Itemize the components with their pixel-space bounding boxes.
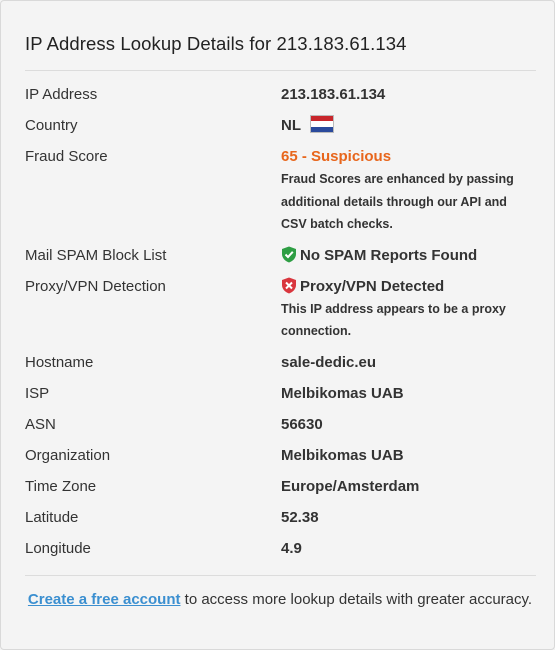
isp-label: ISP [25, 384, 50, 402]
country-label: Country [25, 117, 78, 134]
row-ip-address: IP Address 213.183.61.134 [25, 83, 535, 114]
row-hostname: Hostname sale-dedic.eu [25, 351, 535, 382]
row-latitude: Latitude 52.38 [25, 506, 535, 537]
spam-block-list-label: Mail SPAM Block List [25, 246, 167, 264]
asn-value: 56630 [281, 415, 323, 433]
fraud-score-cell: 65 - Suspicious Fraud Scores are enhance… [281, 145, 535, 244]
fraud-score-note: Fraud Scores are enhanced by passing add… [281, 172, 514, 231]
asn-label: ASN [25, 415, 56, 433]
row-proxy-detection: Proxy/VPN Detection Proxy/VPN Detected T… [25, 275, 535, 351]
ip-address-value: 213.183.61.134 [281, 86, 386, 103]
ip-address-label: IP Address [25, 86, 98, 103]
longitude-value: 4.9 [281, 539, 302, 557]
row-country: Country NL [25, 114, 535, 145]
fraud-score-label: Fraud Score [25, 148, 108, 165]
signup-prompt: Create a free account to access more loo… [25, 586, 535, 613]
row-longitude: Longitude 4.9 [25, 537, 535, 568]
hostname-value: sale-dedic.eu [281, 353, 377, 371]
divider [25, 70, 536, 71]
row-asn: ASN 56630 [25, 413, 535, 444]
country-value-cell: NL [281, 114, 535, 145]
row-fraud-score: Fraud Score 65 - Suspicious Fraud Scores… [25, 145, 535, 244]
proxy-detection-note: This IP address appears to be a proxy co… [281, 301, 506, 339]
page-title: IP Address Lookup Details for 213.183.61… [25, 33, 407, 54]
lookup-details-card: IP Address Lookup Details for 213.183.61… [0, 0, 555, 650]
row-spam-block-list: Mail SPAM Block List No SPAM Reports Fou… [25, 244, 535, 275]
proxy-detection-value: Proxy/VPN Detected [300, 277, 445, 295]
longitude-label: Longitude [25, 539, 91, 557]
netherlands-flag-icon [309, 115, 334, 134]
latitude-value: 52.38 [281, 508, 319, 526]
create-account-link[interactable]: Create a free account [28, 591, 181, 608]
shield-check-icon [282, 246, 296, 263]
time-zone-value: Europe/Amsterdam [281, 477, 420, 495]
fraud-score-value: 65 - Suspicious [281, 148, 392, 165]
latitude-label: Latitude [25, 508, 79, 526]
row-organization: Organization Melbikomas UAB [25, 444, 535, 475]
shield-x-icon [282, 277, 296, 294]
signup-prompt-text: to access more lookup details with great… [180, 591, 533, 608]
spam-block-list-value: No SPAM Reports Found [300, 246, 478, 264]
divider [25, 575, 536, 576]
hostname-label: Hostname [25, 353, 94, 371]
country-value: NL [281, 117, 301, 134]
organization-label: Organization [25, 446, 111, 464]
proxy-detection-label: Proxy/VPN Detection [25, 277, 166, 295]
details-table: IP Address 213.183.61.134 Country NL Fra… [25, 83, 535, 568]
organization-value: Melbikomas UAB [281, 446, 404, 464]
proxy-detection-cell: Proxy/VPN Detected This IP address appea… [281, 275, 535, 351]
row-time-zone: Time Zone Europe/Amsterdam [25, 475, 535, 506]
isp-value: Melbikomas UAB [281, 384, 404, 402]
time-zone-label: Time Zone [25, 477, 97, 495]
row-isp: ISP Melbikomas UAB [25, 382, 535, 413]
spam-block-list-cell: No SPAM Reports Found [281, 244, 535, 275]
